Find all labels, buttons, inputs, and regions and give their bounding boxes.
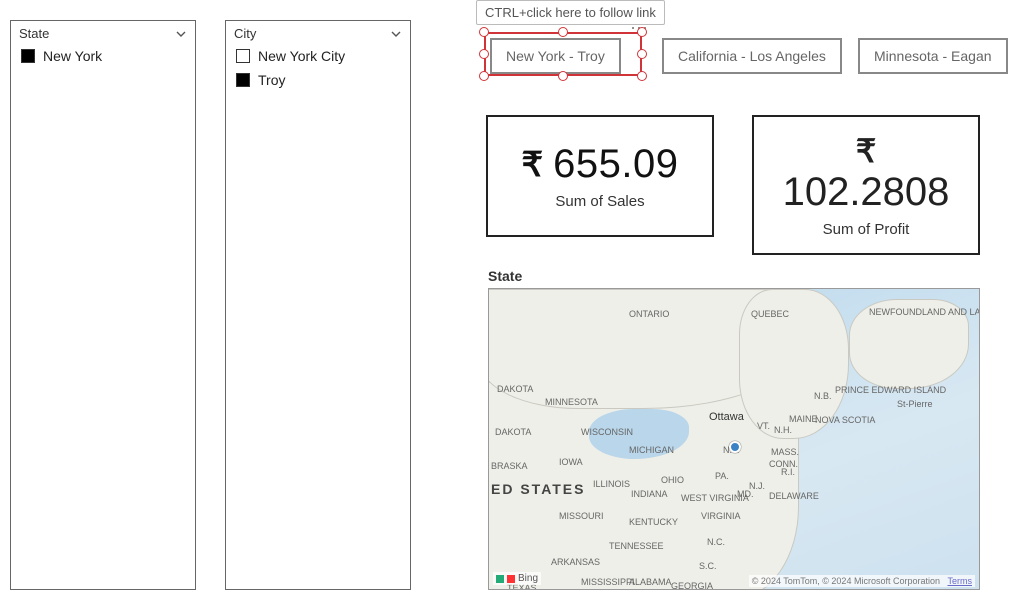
map-region-label: DAKOTA [495,427,531,437]
slicer-city[interactable]: City New York City Troy [225,20,411,590]
map-region-label: N.C. [707,537,725,547]
map-region-label: ONTARIO [629,309,669,319]
resize-handle-nw[interactable] [479,27,489,37]
button-label: New York - Troy [506,48,605,64]
map-region-label: IOWA [559,457,583,467]
map-region-label: MINNESOTA [545,397,598,407]
map-region-label: DAKOTA [497,384,533,394]
map-region-label: MISSISSIPPI [581,577,635,587]
bing-label: Bing [518,573,538,584]
map-region-label: ARKANSAS [551,557,600,567]
kpi-sales-number: 655.09 [553,142,678,187]
map-title: State [488,268,980,284]
map-region-label: ILLINOIS [593,479,630,489]
slicer-city-item-troy[interactable]: Troy [226,68,410,92]
map-country-label: ED STATES [491,481,586,497]
chevron-down-icon[interactable] [390,28,402,40]
map-region-label: St-Pierre [897,399,933,409]
map-region-label: PA. [715,471,729,481]
bookmark-button-ca-la[interactable]: California - Los Angeles [662,38,842,74]
map-region-label: VT. [757,421,770,431]
terms-link[interactable]: Terms [948,576,973,586]
map-region-label: NOVA SCOTIA [815,415,875,425]
kpi-card-profit[interactable]: ₹ 102.2808 Sum of Profit [752,115,980,255]
map-visual[interactable]: State ED STATES Ottawa ONTARIO QUEBEC NEWF… [488,268,980,590]
slicer-city-title: City [234,26,256,41]
resize-handle-ne[interactable] [637,27,647,37]
map-region-label: MICHIGAN [629,445,674,455]
slicer-state-header[interactable]: State [11,21,195,44]
chevron-down-icon[interactable] [175,28,187,40]
bookmark-button-mn-eagan[interactable]: Minnesota - Eagan [858,38,1008,74]
kpi-profit-number: 102.2808 [783,170,950,215]
map-region-label: S.C. [699,561,717,571]
map-attribution: © 2024 TomTom, © 2024 Microsoft Corporat… [749,575,975,587]
kpi-sales-value: ₹ 655.09 [522,142,679,187]
map-data-point[interactable] [729,441,741,453]
kpi-profit-label: Sum of Profit [823,221,910,238]
map-region-label: MISSOURI [559,511,604,521]
map-region-label: WISCONSIN [581,427,633,437]
map-region-label: GEORGIA [671,581,713,590]
slicer-item-label: Troy [258,72,285,88]
resize-handle-s[interactable] [558,71,568,81]
map-region-label: INDIANA [631,489,668,499]
map-city-label: Ottawa [709,411,744,423]
map-region-label: R.I. [781,467,795,477]
map-region-label: MD. [737,489,754,499]
map-region-label: MASS. [771,447,799,457]
checkbox-icon[interactable] [21,49,35,63]
resize-handle-se[interactable] [637,71,647,81]
rupee-icon: ₹ [522,145,544,185]
bing-logo: Bing [493,572,541,585]
kpi-sales-label: Sum of Sales [555,193,644,210]
slicer-state[interactable]: State New York [10,20,196,590]
resize-handle-n[interactable] [558,27,568,37]
map-region-label: N.B. [814,391,832,401]
slicer-city-item-nyc[interactable]: New York City [226,44,410,68]
map-canvas[interactable]: ED STATES Ottawa ONTARIO QUEBEC NEWFOUNDLA… [488,288,980,590]
map-region-label: QUEBEC [751,309,789,319]
map-region-label: NEWFOUNDLAND AND LABRADOR [869,307,980,317]
resize-handle-sw[interactable] [479,71,489,81]
resize-handle-w[interactable] [479,49,489,59]
kpi-card-sales[interactable]: ₹ 655.09 Sum of Sales [486,115,714,237]
checkbox-icon[interactable] [236,73,250,87]
attribution-text: © 2024 TomTom, © 2024 Microsoft Corporat… [752,576,940,586]
resize-handle-e[interactable] [637,49,647,59]
checkbox-icon[interactable] [236,49,250,63]
slicer-city-header[interactable]: City [226,21,410,44]
map-region-label: BRASKA [491,461,528,471]
map-region-label: TENNESSEE [609,541,664,551]
button-label: California - Los Angeles [678,48,826,64]
map-region-label: N.H. [774,425,792,435]
slicer-state-item-new-york[interactable]: New York [11,44,195,68]
map-region-label: KENTUCKY [629,517,678,527]
slicer-item-label: New York [43,48,102,64]
slicer-item-label: New York City [258,48,345,64]
button-label: Minnesota - Eagan [874,48,992,64]
slicer-state-title: State [19,26,49,41]
map-region-label: ALABAMA [629,577,672,587]
map-region-label: VIRGINIA [701,511,741,521]
map-region-label: PRINCE EDWARD ISLAND [835,385,946,395]
map-region-label: OHIO [661,475,684,485]
map-region-label: MAINE [789,414,818,424]
map-region-label: DELAWARE [769,491,819,501]
bookmark-button-ny-troy[interactable]: New York - Troy [490,38,621,74]
rupee-icon: ₹ [856,132,876,170]
